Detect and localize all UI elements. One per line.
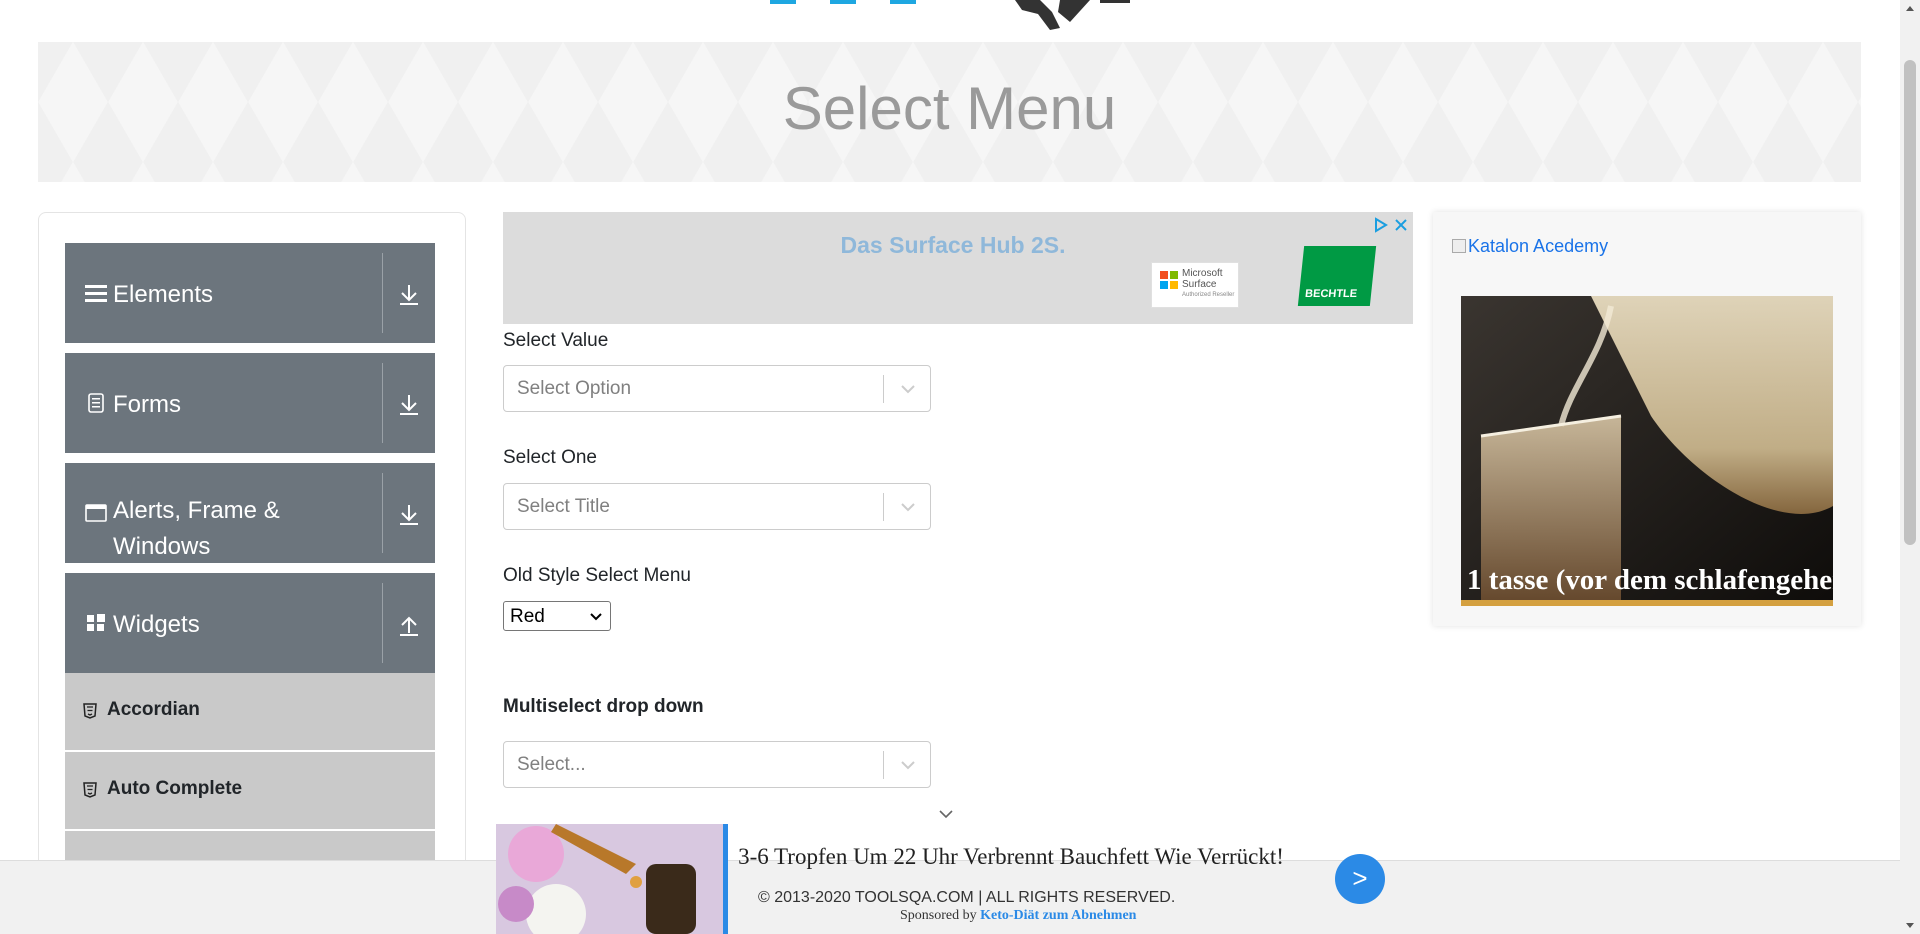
ad-photo-bar [1461,600,1833,606]
divider [382,473,383,553]
document-icon [88,393,104,413]
ms-name: Microsoft Surface [1182,268,1223,290]
chevron-down-icon[interactable] [937,808,955,820]
sidebar-group-forms[interactable]: Forms [65,353,435,453]
divider [382,363,383,443]
bechtle-logo: BECHTLE [1297,246,1377,306]
upload-icon[interactable] [398,613,420,637]
ad-banner-bottom[interactable]: 3-6 Tropfen Um 22 Uhr Verbrennt Bauchfet… [496,824,1386,934]
download-icon[interactable] [398,503,420,527]
ad-photo[interactable]: 1 tasse (vor dem schlafengehen) [1461,296,1833,606]
sidebar-group-label: Elements [113,281,214,308]
bechtle-text: BECHTLE [1304,288,1358,300]
ad-headline: Das Surface Hub 2S. [840,232,1066,258]
sidebar-group-elements[interactable]: Elements [65,243,435,343]
katalon-academy-image-link[interactable]: Katalon Acedemy [1452,236,1608,257]
dropper-photo [496,824,723,934]
microsoft-logo-icon [1160,271,1178,289]
select-value-dropdown[interactable]: Select Option [503,365,931,412]
ad-choices-icon[interactable] [1373,216,1409,234]
ms-sub: Authorized Reseller [1182,292,1235,298]
drink-photo [1461,296,1833,606]
select-value-label: Select Value [503,330,609,351]
toolsqa-logo[interactable] [760,0,1160,30]
html5-icon [83,782,97,798]
hamburger-icon [85,285,107,302]
scroll-down-icon[interactable] [1905,922,1915,930]
divider [382,253,383,333]
chevron-down-icon[interactable] [899,758,917,772]
multiselect-dropdown[interactable]: Select... [503,741,931,788]
sidebar-group-alerts[interactable]: Alerts, Frame & Windows [65,463,435,563]
select-one-dropdown[interactable]: Select Title [503,483,931,530]
widgets-icon [87,614,105,631]
download-icon[interactable] [398,283,420,307]
divider [382,583,383,663]
ad-bottom-image[interactable] [496,824,728,934]
sidebar-group-label: Forms [113,391,181,418]
old-style-label: Old Style Select Menu [503,565,691,586]
sidebar-group-label: Widgets [113,611,200,638]
sidebar-item-label: Accordian [107,699,200,720]
ad-bottom-headline[interactable]: 3-6 Tropfen Um 22 Uhr Verbrennt Bauchfet… [736,840,1286,873]
ad-banner-top[interactable]: Das Surface Hub 2S. Microsoft Surface Au… [503,212,1413,324]
sidebar-item-label: Auto Complete [107,778,243,799]
microsoft-surface-logo: Microsoft Surface Authorized Reseller [1151,262,1239,308]
chevron-down-icon [590,613,602,621]
page-title: Select Menu [782,75,1117,142]
chevron-down-icon[interactable] [899,500,917,514]
divider [883,493,884,521]
page: Select Menu Elements Forms Alerts, Frame… [0,0,1920,934]
page-banner: Select Menu [38,42,1861,182]
sidebar: Elements Forms Alerts, Frame & Windows W… [38,212,466,934]
sponsor-name[interactable]: Keto-Diät zum Abnehmen [980,908,1136,923]
vertical-scrollbar[interactable] [1900,0,1920,934]
ad-next-button[interactable]: > [1335,854,1385,904]
chevron-down-icon[interactable] [899,382,917,396]
select-value-placeholder: Select Option [517,378,632,399]
sidebar-item-accordian[interactable]: Accordian [65,673,435,751]
ad-caption: 1 tasse (vor dem schlafengehen) [1467,564,1833,596]
select-one-label: Select One [503,447,597,468]
sidebar-group-widgets[interactable]: Widgets [65,573,435,673]
scroll-up-icon[interactable] [1905,4,1915,12]
download-icon[interactable] [398,393,420,417]
sponsored-prefix: Sponsored by [900,908,977,923]
divider [883,375,884,403]
multiselect-placeholder: Select... [517,754,586,775]
old-style-value: Red [510,606,545,627]
sidebar-group-label: Alerts, Frame & Windows [113,497,280,560]
sidebar-item-auto-complete[interactable]: Auto Complete [65,752,435,830]
scrollbar-thumb[interactable] [1904,60,1916,545]
ad-sidebar-right[interactable]: Katalon Acedemy 1 tasse (vor dem schlafe… [1433,212,1861,626]
broken-image-icon [1452,239,1466,253]
sponsored-line: Sponsored by Keto-Diät zum Abnehmen [900,908,1136,924]
select-one-placeholder: Select Title [517,496,610,517]
image-alt-text: Katalon Acedemy [1468,236,1609,256]
html5-icon [83,703,97,719]
divider [883,751,884,779]
old-style-select[interactable]: Red [503,601,611,631]
multiselect-label: Multiselect drop down [503,696,704,717]
window-icon [85,504,107,522]
